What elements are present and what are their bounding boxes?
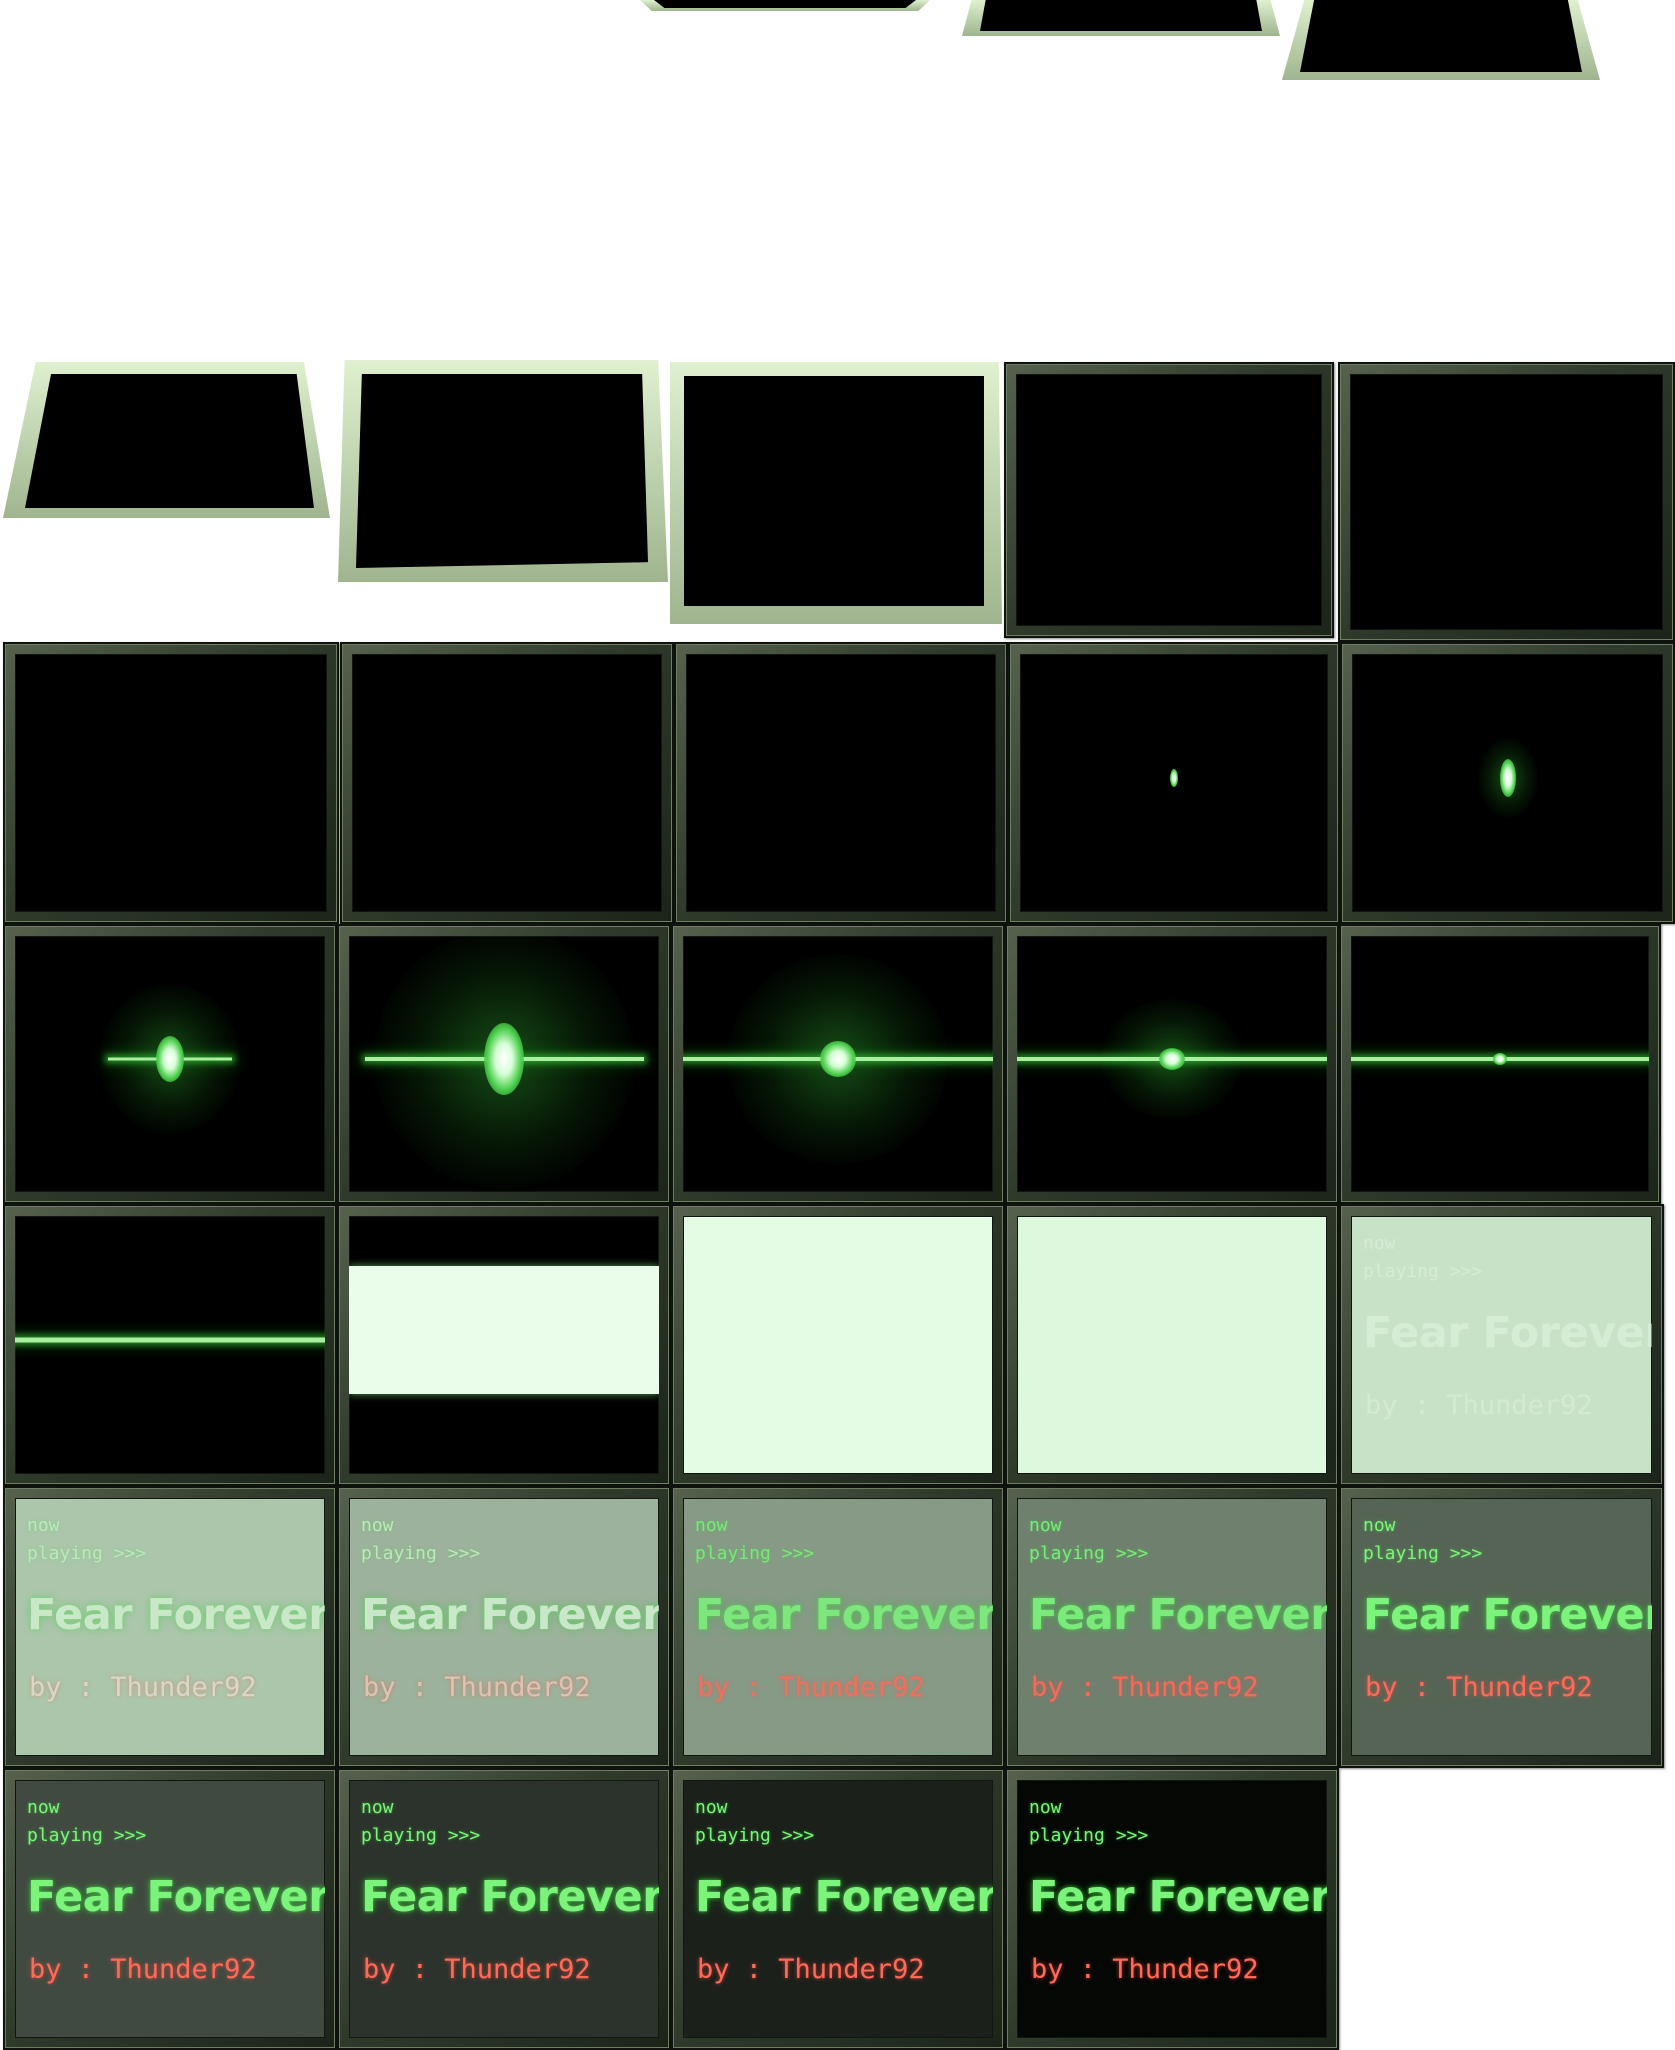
artist-line: by : Thunder92 — [697, 1954, 925, 1985]
monitor-frame — [671, 924, 1005, 1204]
song-title: Fear Forever — [695, 1872, 993, 1922]
song-title: Fear Forever — [1029, 1590, 1327, 1640]
artist-line: by : Thunder92 — [697, 1672, 925, 1703]
now-playing-label: now playing >>> — [1029, 1515, 1149, 1564]
glow-dot — [820, 1040, 856, 1077]
frame-perspective-1 — [640, 0, 930, 11]
frame-perspective-6 — [670, 362, 1002, 624]
artist-line: by : Thunder92 — [1031, 1954, 1259, 1985]
song-title: Fear Forever — [695, 1590, 993, 1640]
song-title: Fear Forever — [361, 1872, 659, 1922]
now-playing-label: now playing >>> — [27, 1797, 147, 1846]
monitor-frame-now-playing: now playing >>> Fear Forever by : Thunder9… — [3, 1486, 337, 1768]
monitor-frame — [1008, 642, 1340, 924]
monitor-frame — [340, 642, 674, 924]
glow-beam — [15, 1337, 325, 1343]
now-playing-label: now playing >>> — [1363, 1233, 1483, 1282]
song-title: Fear Forever — [27, 1590, 325, 1640]
now-playing-label: now playing >>> — [361, 1515, 481, 1564]
now-playing-label: now playing >>> — [361, 1797, 481, 1846]
now-playing-label: now playing >>> — [1029, 1797, 1149, 1846]
monitor-frame-now-playing: now playing >>> Fear Forever by : Thunder9… — [671, 1768, 1005, 2050]
monitor-frame — [3, 1204, 337, 1486]
monitor-frame — [3, 642, 339, 924]
glow-dot — [484, 1022, 524, 1095]
song-title: Fear Forever — [1363, 1590, 1652, 1640]
monitor-frame-now-playing: now playing >>> Fear Forever by : Thunder9… — [3, 1768, 337, 2050]
monitor-frame — [1005, 924, 1339, 1204]
artist-line: by : Thunder92 — [1365, 1390, 1593, 1421]
monitor-frame — [3, 924, 337, 1204]
monitor-frame — [1338, 362, 1675, 642]
monitor-frame — [337, 924, 671, 1204]
artist-line: by : Thunder92 — [1365, 1672, 1593, 1703]
glow-dot — [1499, 758, 1516, 797]
glow-dot — [1159, 1047, 1185, 1070]
monitor-frame-now-playing: now playing >>> Fear Forever by : Thunder9… — [1339, 1204, 1664, 1486]
frame-perspective-3 — [1282, 0, 1600, 80]
now-playing-label: now playing >>> — [1363, 1515, 1483, 1564]
monitor-frame — [1339, 924, 1661, 1204]
monitor-frame — [1005, 1204, 1339, 1486]
monitor-frame — [337, 1204, 671, 1486]
white-bar — [349, 1266, 659, 1394]
frame-perspective-4 — [3, 362, 330, 518]
monitor-frame-now-playing: now playing >>> Fear Forever by : Thunder9… — [337, 1768, 671, 2050]
now-playing-label: now playing >>> — [695, 1797, 815, 1846]
song-title: Fear Forever — [1029, 1872, 1327, 1922]
glow-dot — [1170, 768, 1178, 787]
song-title: Fear Forever — [1363, 1308, 1652, 1358]
glow-dot — [1493, 1052, 1507, 1065]
monitor-frame-now-playing: now playing >>> Fear Forever by : Thunder9… — [1005, 1768, 1339, 2050]
song-title: Fear Forever — [361, 1590, 659, 1640]
now-playing-label: now playing >>> — [695, 1515, 815, 1564]
artist-line: by : Thunder92 — [29, 1672, 257, 1703]
monitor-frame-now-playing: now playing >>> Fear Forever by : Thunder9… — [671, 1486, 1005, 1768]
monitor-frame — [1004, 362, 1334, 638]
monitor-frame-now-playing: now playing >>> Fear Forever by : Thunder9… — [1005, 1486, 1339, 1768]
song-title: Fear Forever — [27, 1872, 325, 1922]
artist-line: by : Thunder92 — [363, 1954, 591, 1985]
monitor-frame — [1340, 642, 1675, 924]
glow-dot — [156, 1035, 184, 1082]
monitor-frame-now-playing: now playing >>> Fear Forever by : Thunder9… — [1339, 1486, 1664, 1768]
now-playing-label: now playing >>> — [27, 1515, 147, 1564]
artist-line: by : Thunder92 — [29, 1954, 257, 1985]
frame-perspective-2 — [962, 0, 1280, 36]
artist-line: by : Thunder92 — [363, 1672, 591, 1703]
artist-line: by : Thunder92 — [1031, 1672, 1259, 1703]
monitor-frame-now-playing: now playing >>> Fear Forever by : Thunder9… — [337, 1486, 671, 1768]
frame-perspective-5 — [338, 360, 668, 582]
monitor-frame — [671, 1204, 1005, 1486]
animation-sprite-sheet: now playing >>> Fear Forever by : Thunder9… — [0, 0, 1675, 2050]
monitor-frame — [674, 642, 1008, 924]
